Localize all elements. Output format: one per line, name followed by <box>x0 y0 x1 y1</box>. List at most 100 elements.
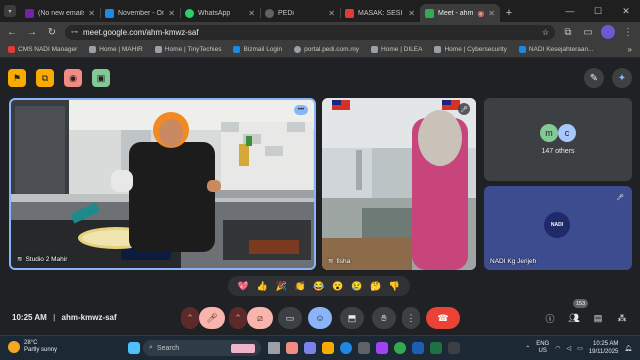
mic-options-button[interactable]: ⌃ <box>181 307 199 329</box>
people-button[interactable]: 👥︎ <box>564 307 584 329</box>
leave-call-button[interactable]: ☎ <box>426 307 460 329</box>
minimize-icon[interactable]: — <box>556 0 584 22</box>
surprised-reaction[interactable]: 😮 <box>332 281 343 292</box>
tab-whatsapp[interactable]: WhatsApp ✕ <box>180 4 260 22</box>
bookmark-item[interactable]: Home | Cybersecurity <box>434 46 507 53</box>
region-text: US <box>538 348 547 354</box>
bookmark-item[interactable]: CMS NADI Manager <box>8 46 77 53</box>
new-tab-button[interactable]: + <box>500 4 518 22</box>
gemini-icon[interactable]: ✦ <box>612 68 632 88</box>
mic-toggle-button[interactable]: 🎤︎ <box>199 307 225 329</box>
meet-icon <box>425 8 434 18</box>
heart-reaction[interactable]: 💖 <box>238 281 249 292</box>
camera-options-button[interactable]: ⌃ <box>229 307 247 329</box>
edit-layout-icon[interactable]: ✎ <box>584 68 604 88</box>
close-icon[interactable]: ✕ <box>168 9 175 18</box>
party-reaction[interactable]: 🎉 <box>276 281 287 292</box>
tab-masak[interactable]: MASAK: SESI 3 (Te... ✕ <box>340 4 420 22</box>
tab-meet[interactable]: Meet - ahm-k◉✕ <box>420 4 500 22</box>
clock-time: 10:25 AM <box>593 341 619 347</box>
close-icon[interactable]: ✕ <box>488 9 495 18</box>
volume-icon[interactable]: ◁ <box>566 345 571 352</box>
thumbs-up-reaction[interactable]: 👍 <box>257 281 268 292</box>
excel-icon[interactable] <box>430 342 442 354</box>
battery-icon[interactable]: ▭ <box>577 345 583 352</box>
main-video-tile[interactable]: ••• ≋ Studio 2 Mahir <box>9 98 316 270</box>
second-video-tile[interactable]: 🎤︎ ≋ fisha <box>322 98 476 270</box>
more-options-icon[interactable]: ••• <box>294 105 308 115</box>
participant-name-nadi: NADI Kg Jerijeh <box>490 258 536 265</box>
close-icon[interactable]: ✕ <box>408 9 415 18</box>
sidebar-icon[interactable]: ▭ <box>581 25 595 39</box>
notification-icon[interactable]: 🔔︎ <box>624 345 632 352</box>
emoji-button[interactable]: ☺ <box>308 307 332 329</box>
tab-email[interactable]: (No new emails) ✕ <box>20 4 100 22</box>
tab-onedrive[interactable]: November - OneDrive✕ <box>100 4 180 22</box>
recording-icon: ◉ <box>477 8 485 18</box>
reload-icon[interactable]: ↻ <box>45 25 59 39</box>
bookmark-item[interactable]: portal.pedi.com.my <box>294 46 359 53</box>
more-options-button[interactable]: ⋮ <box>402 307 420 329</box>
camera-toggle-button[interactable]: ⧄ <box>247 307 273 329</box>
tab-search-icon[interactable]: ▾ <box>4 5 16 17</box>
browser-toolbar: ← → ↻ ⊶ meet.google.com/ahm-kmwz-saf ☆ ⧉… <box>0 22 640 42</box>
profile-avatar[interactable] <box>601 25 615 39</box>
nadi-tile[interactable]: NADI 🎤︎ NADI Kg Jerijeh <box>484 186 632 270</box>
captions-button[interactable]: ▭ <box>278 307 302 329</box>
maximize-icon[interactable]: ☐ <box>584 0 612 22</box>
store-icon[interactable] <box>358 342 370 354</box>
host-controls-icon[interactable]: ⚑ <box>8 69 26 87</box>
chat-button[interactable]: ▤ <box>588 307 608 329</box>
tab-pedi[interactable]: PEDi ✕ <box>260 4 340 22</box>
photos-icon[interactable] <box>376 342 388 354</box>
address-bar[interactable]: ⊶ meet.google.com/ahm-kmwz-saf ☆ <box>65 24 555 40</box>
present-button[interactable]: ⬒ <box>340 307 364 329</box>
thinking-reaction[interactable]: 🤔 <box>370 281 381 292</box>
bookmark-label: NADI Kesejahteraan... <box>528 46 594 53</box>
weather-widget[interactable]: 28°C Partly sunny <box>8 340 57 354</box>
more-bookmarks-icon[interactable]: » <box>628 45 632 54</box>
site-info-icon[interactable]: ⊶ <box>71 28 78 36</box>
bookmark-item[interactable]: Home | MAHIR <box>89 46 143 53</box>
bookmark-item[interactable]: Bizmail Login <box>233 46 282 53</box>
language-indicator[interactable]: ENG US <box>536 341 549 355</box>
bookmark-star-icon[interactable]: ☆ <box>542 28 549 37</box>
task-view-icon[interactable] <box>268 342 280 354</box>
widgets-icon[interactable] <box>286 342 298 354</box>
others-tile[interactable]: m c 147 others <box>484 98 632 181</box>
meeting-code: ahm-kmwz-saf <box>61 313 117 322</box>
file-explorer-icon[interactable] <box>322 342 334 354</box>
forward-icon[interactable]: → <box>25 25 39 39</box>
chrome-icon[interactable] <box>394 342 406 354</box>
clap-reaction[interactable]: 👏 <box>294 281 305 292</box>
app-icon[interactable] <box>448 342 460 354</box>
teams-icon[interactable] <box>304 342 316 354</box>
sad-reaction[interactable]: 😢 <box>351 281 362 292</box>
meeting-info-icon[interactable]: ⧉ <box>36 69 54 87</box>
raise-hand-button[interactable]: ✋︎ <box>372 307 396 329</box>
close-icon[interactable]: ✕ <box>88 9 95 18</box>
windows-start-icon[interactable] <box>128 342 140 354</box>
companion-icon[interactable]: ▣ <box>92 69 110 87</box>
bookmark-item[interactable]: Home | TinyTechies <box>154 46 221 53</box>
meeting-info-button[interactable]: ⓘ <box>540 307 560 329</box>
word-icon[interactable] <box>412 342 424 354</box>
edge-icon[interactable] <box>340 342 352 354</box>
menu-icon[interactable]: ⋮ <box>621 25 635 39</box>
close-window-icon[interactable]: ✕ <box>612 0 640 22</box>
taskbar-clock[interactable]: 10:25 AM 19/11/2025 <box>589 340 619 356</box>
close-icon[interactable]: ✕ <box>328 9 335 18</box>
activities-button[interactable]: ⁂ <box>612 307 632 329</box>
laugh-reaction[interactable]: 😂 <box>313 281 324 292</box>
chevron-up-icon[interactable]: ⌃ <box>525 345 530 352</box>
bookmark-item[interactable]: NADI Kesejahteraan... <box>518 46 594 53</box>
taskbar-search[interactable]: ⌕ Search <box>143 340 261 356</box>
extensions-icon[interactable]: ⧉ <box>561 25 575 39</box>
wifi-icon[interactable]: ◠ <box>555 345 560 352</box>
info-icon: ⓘ <box>545 313 555 324</box>
recording-icon[interactable]: ◉ <box>64 69 82 87</box>
thumbs-down-reaction[interactable]: 👎 <box>389 281 400 292</box>
bookmark-item[interactable]: Home | DILEA <box>371 46 422 53</box>
back-icon[interactable]: ← <box>5 25 19 39</box>
close-icon[interactable]: ✕ <box>248 9 255 18</box>
